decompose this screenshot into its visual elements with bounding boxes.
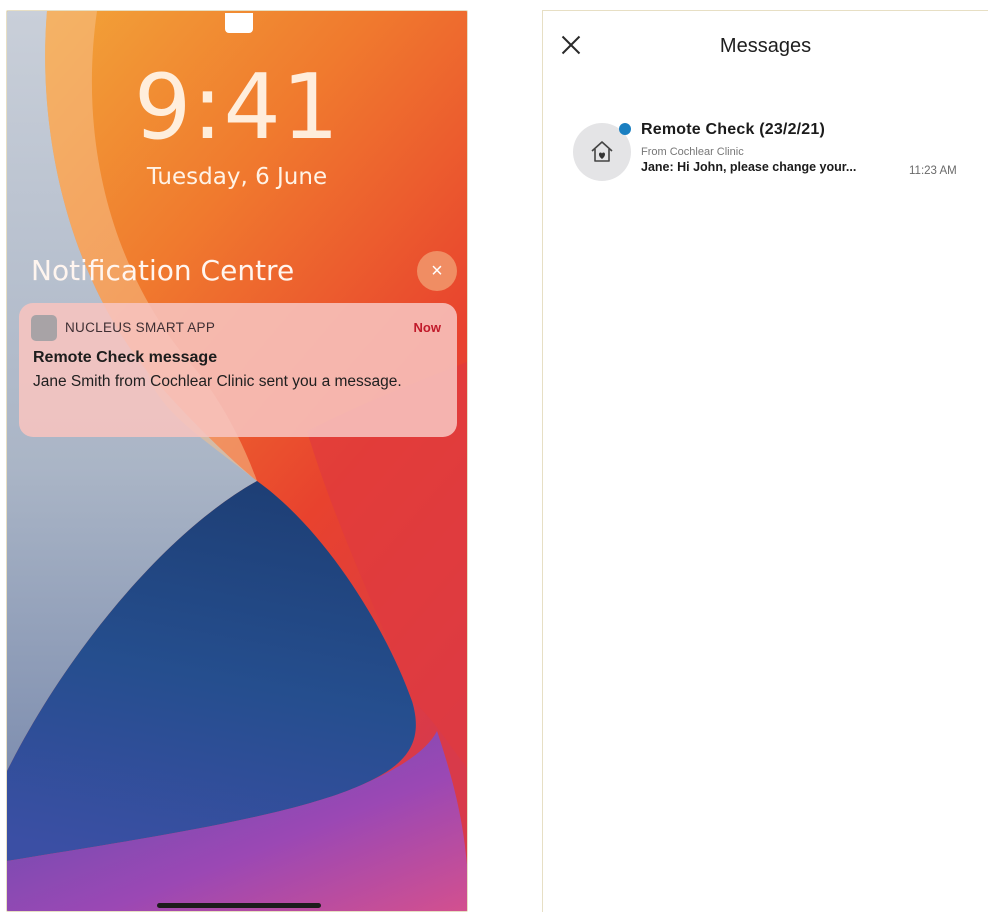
close-icon[interactable]: × (417, 251, 457, 291)
app-icon (31, 315, 57, 341)
message-time: 11:23 AM (909, 165, 957, 177)
notification-time: Now (413, 320, 441, 335)
messages-screen: Messages Remote Check (23/2/21) From Coc… (542, 10, 988, 912)
notification-card[interactable]: NUCLEUS SMART APP Now Remote Check messa… (19, 303, 457, 437)
phone-notch (225, 13, 253, 33)
lock-screen: 9:41 Tuesday, 6 June Notification Centre… (6, 10, 468, 912)
list-item[interactable]: Remote Check (23/2/21) From Cochlear Cli… (573, 119, 977, 185)
notification-centre-title: Notification Centre (31, 254, 295, 287)
home-indicator[interactable] (157, 903, 321, 908)
notification-body: Jane Smith from Cochlear Clinic sent you… (33, 373, 402, 390)
home-heart-icon (591, 141, 613, 162)
notification-title: Remote Check message (33, 349, 218, 366)
message-title: Remote Check (23/2/21) (641, 121, 826, 138)
message-preview: Jane: Hi John, please change your... (641, 160, 857, 174)
notification-app-name: NUCLEUS SMART APP (65, 320, 216, 335)
lock-date: Tuesday, 6 June (146, 164, 328, 190)
page-title: Messages (719, 35, 812, 57)
unread-dot (619, 123, 631, 135)
message-from: From Cochlear Clinic (641, 146, 744, 158)
lock-clock: 9:41 (133, 55, 341, 160)
